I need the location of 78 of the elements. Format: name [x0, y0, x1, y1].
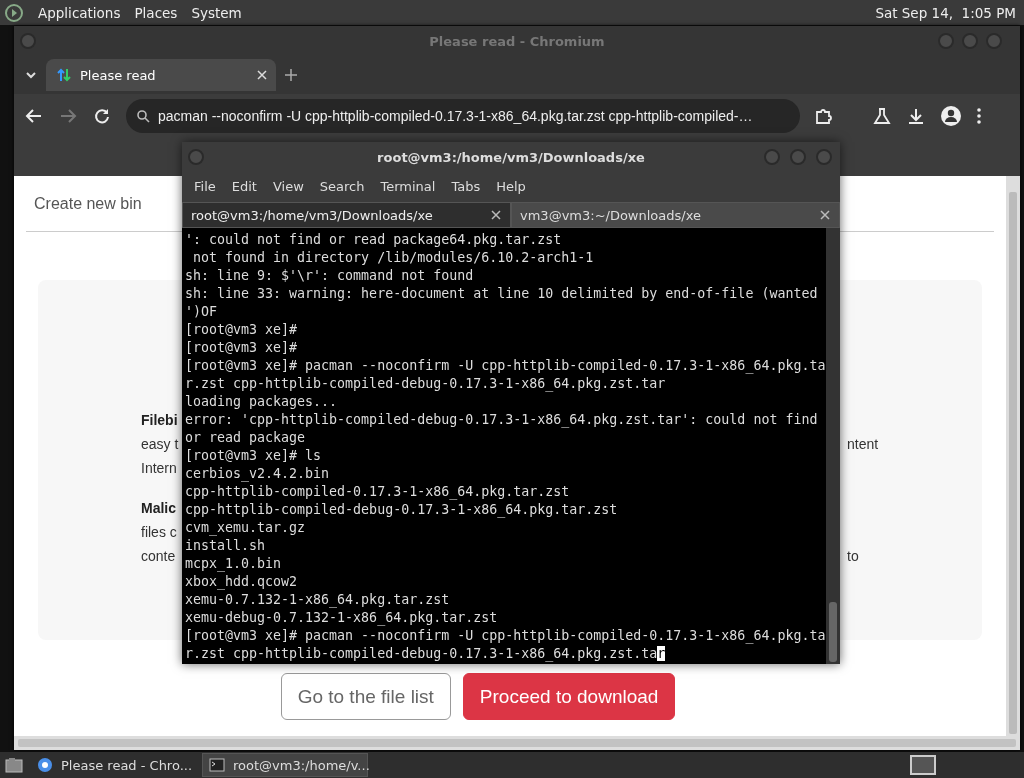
heading-text: Malic: [141, 500, 176, 516]
panel-menu[interactable]: Applications: [38, 4, 121, 21]
menu-item[interactable]: Search: [311, 178, 373, 194]
paragraph-text: conte: [141, 548, 176, 564]
terminal-line: [root@vm3 xe]# pacman --noconfirm -U cpp-httplib-compiled-0.17.3-1-x86_64.pkg.ta: [185, 357, 826, 375]
window-title: Please read - Chromium: [429, 33, 605, 49]
menu-item[interactable]: Help: [488, 178, 534, 194]
terminal-line: xemu-debug-0.7.132-1-x86_64.pkg.tar.zst: [185, 609, 499, 627]
file-list-button[interactable]: Go to the file list: [280, 673, 451, 720]
terminal-line: r.zst cpp-httplib-compiled-debug-0.17.3-1-x86_64.pkg.zst.tar: [185, 645, 667, 663]
taskbar-label: Please read - Chro...: [61, 757, 193, 773]
close-icon[interactable]: [256, 69, 268, 81]
menu-icon[interactable]: [976, 107, 982, 125]
terminal-line: sh: line 9: $'\r': command not found: [185, 267, 475, 285]
taskbar-label: root@vm3:/home/v...: [233, 757, 370, 773]
paragraph-text: files c: [141, 524, 177, 540]
paragraph-text: Intern: [141, 460, 177, 476]
terminal-line: cerbios_v2.4.2.bin: [185, 465, 331, 483]
workspace-switcher[interactable]: [910, 755, 936, 775]
download-icon[interactable]: [906, 106, 926, 126]
terminal-line: cpp-httplib-compiled-debug-0.17.3-1-x86_64.pkg.tar.zst: [185, 501, 619, 519]
profile-avatar-icon[interactable]: [940, 105, 962, 127]
terminal-line: cpp-httplib-compiled-0.17.3-1-x86_64.pkg.tar.zst: [185, 483, 571, 501]
terminal-icon: [209, 758, 225, 772]
panel-menu[interactable]: Places: [134, 4, 178, 21]
paragraph-text: easy t: [141, 436, 179, 452]
terminal-line: [root@vm3 xe]# ls: [185, 447, 323, 465]
terminal-line: not found in directory /lib/modules/6.10.2-arch1-1: [192, 249, 595, 267]
flask-icon[interactable]: [872, 106, 892, 126]
menu-item[interactable]: Terminal: [372, 178, 444, 194]
terminal-scrollbar[interactable]: [826, 228, 840, 664]
terminal-line: ')OF: [185, 303, 219, 321]
tab-title: root@vm3:/home/vm3/Downloads/xe: [191, 207, 434, 223]
terminal-line: xbox_hdd.qcow2: [185, 573, 299, 591]
horizontal-scrollbar[interactable]: [14, 736, 1020, 750]
terminal-tab[interactable]: vm3@vm3:~/Downloads/xe: [511, 202, 840, 228]
browser-tab[interactable]: Please read: [46, 59, 276, 91]
terminal-line: [root@vm3 xe]#: [185, 321, 299, 339]
taskbar-button[interactable]: root@vm3:/home/v...: [202, 753, 368, 777]
terminal-line: [root@vm3 xe]#: [185, 339, 299, 357]
heading-text: Filebi: [141, 412, 178, 428]
distro-logo-icon[interactable]: [4, 2, 24, 23]
menu-item[interactable]: Edit: [223, 178, 265, 194]
terminal-line: ': could not find or read package64.pkg.tar.zst: [185, 231, 563, 249]
plus-icon[interactable]: [284, 68, 298, 82]
show-desktop-icon[interactable]: [4, 756, 24, 774]
taskbar-button[interactable]: Please read - Chro...: [30, 753, 196, 777]
close-icon[interactable]: [819, 209, 831, 221]
paragraph-text: to: [847, 548, 860, 564]
paragraph-text: ntent: [847, 436, 880, 452]
puzzle-piece-icon[interactable]: [814, 106, 834, 126]
menu-item[interactable]: View: [264, 178, 312, 194]
address-bar[interactable]: pacman --noconfirm -U cpp-httplib-compiled-0.17.3-1-x86_64.pkg.tar.zst cpp-httplib-compiled-…: [126, 99, 800, 133]
nav-link[interactable]: Create new bin: [34, 194, 142, 213]
clock: Sat Sep 14, 1:05 PM: [875, 4, 1017, 21]
menu-item[interactable]: Tabs: [443, 178, 489, 194]
terminal-line: [root@vm3 xe]# pacman --noconfirm -U cpp-httplib-compiled-0.17.3-1-x86_64.pkg.ta: [185, 627, 826, 645]
vertical-scrollbar[interactable]: [1006, 176, 1020, 736]
terminal-tab[interactable]: root@vm3:/home/vm3/Downloads/xe: [182, 202, 511, 228]
menu-item[interactable]: File: [186, 178, 224, 194]
terminal-line: or read package: [185, 429, 307, 447]
reload-icon[interactable]: [92, 106, 112, 126]
terminal-line: cvm_xemu.tar.gz: [185, 519, 307, 537]
download-button[interactable]: Proceed to download: [462, 673, 676, 720]
panel-menu[interactable]: System: [191, 4, 242, 21]
tab-title: Please read: [80, 67, 157, 83]
window-title: root@vm3:/home/vm3/Downloads/xe: [377, 149, 645, 165]
terminal-line: mcpx_1.0.bin: [185, 555, 283, 573]
close-icon[interactable]: [490, 209, 502, 221]
terminal-line: loading packages...: [185, 393, 339, 411]
search-icon: [136, 109, 150, 123]
terminal-line: sh: line 33: warning: here-document at line 10 delimited by end-of-file (wanted: [185, 285, 819, 303]
terminal-line: r.zst cpp-httplib-compiled-debug-0.17.3-1-x86_64.pkg.zst.tar: [185, 375, 667, 393]
terminal-line: install.sh: [185, 537, 267, 555]
tab-title: vm3@vm3:~/Downloads/xe: [520, 207, 702, 223]
arrows-up-down-icon: [56, 67, 72, 83]
terminal-line: error: 'cpp-httplib-compiled-debug-0.17.3-1-x86_64.pkg.zst.tar': could not find: [185, 411, 819, 429]
terminal-line: xemu-0.7.132-1-x86_64.pkg.tar.zst: [185, 591, 451, 609]
